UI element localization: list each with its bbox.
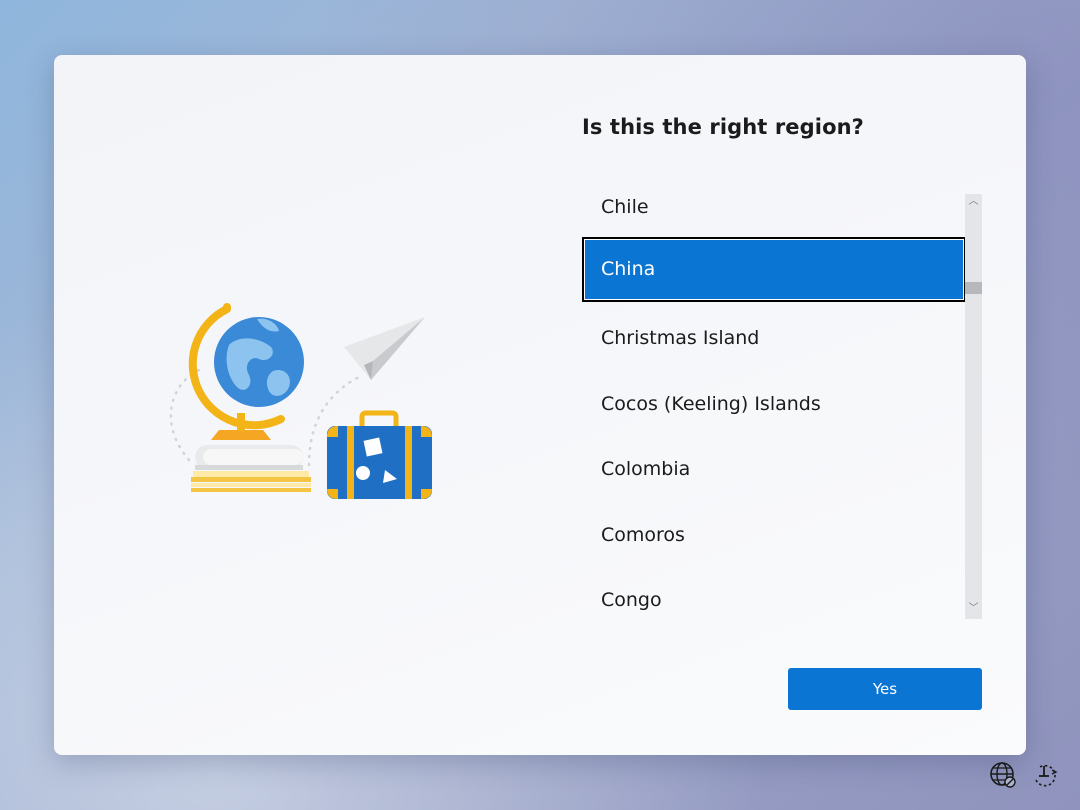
scroll-thumb[interactable] — [965, 282, 982, 294]
list-item-christmas-island[interactable]: Christmas Island — [582, 306, 966, 371]
region-list[interactable]: Chile China Christmas Island Cocos (Keel… — [582, 175, 966, 619]
list-item-china[interactable]: China — [582, 237, 966, 302]
scroll-up-arrow-icon[interactable]: ︿ — [965, 194, 982, 210]
globe-network-icon[interactable] — [988, 760, 1018, 790]
yes-button[interactable]: Yes — [788, 668, 982, 710]
page-title: Is this the right region? — [582, 115, 864, 139]
list-item-colombia[interactable]: Colombia — [582, 437, 966, 502]
suitcase-icon — [327, 410, 432, 499]
books-icon — [191, 445, 311, 492]
globe-icon — [188, 303, 304, 440]
region-illustration — [169, 303, 432, 499]
paper-plane-icon — [344, 317, 425, 380]
scroll-down-arrow-icon[interactable]: ﹀ — [965, 601, 982, 617]
list-scrollbar[interactable]: ︿ ﹀ — [965, 194, 982, 619]
list-item-chile[interactable]: Chile — [582, 175, 966, 240]
accessibility-icon[interactable] — [1030, 760, 1060, 790]
list-item-comoros[interactable]: Comoros — [582, 503, 966, 568]
oobe-dialog: Is this the right region? Chile China Ch… — [54, 55, 1026, 755]
list-item-cocos-keeling-islands[interactable]: Cocos (Keeling) Islands — [582, 372, 966, 437]
list-item-congo[interactable]: Congo — [582, 568, 966, 633]
